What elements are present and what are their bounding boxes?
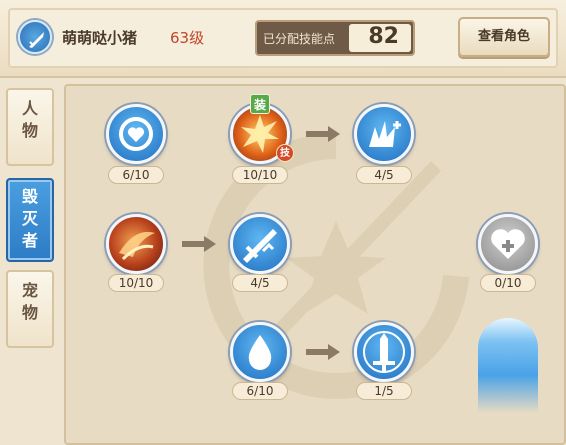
tab-destroyer-label-1: 毁 [21, 187, 38, 206]
sword-emblem-count: 1/5 [356, 382, 412, 400]
tab-destroyer-label-3: 者 [21, 231, 38, 250]
tab-destroyer[interactable]: 毁 灭 者 [6, 178, 54, 262]
arrow-right-icon [306, 344, 340, 360]
tab-destroyer-label-2: 灭 [21, 209, 38, 228]
water-drop-count: 6/10 [232, 382, 288, 400]
tab-character[interactable]: 人 物 [6, 88, 54, 166]
water-drop-icon[interactable] [230, 322, 290, 382]
tab-character-label-2: 物 [21, 121, 38, 140]
tab-pet-label-1: 宠 [21, 281, 38, 300]
skill-tag: 技 [276, 144, 294, 162]
watermark-emblem-icon [203, 133, 469, 399]
allocated-points-label: 已分配技能点 [263, 32, 336, 46]
destroyer-blade-icon [18, 20, 52, 54]
player-name: 萌萌哒小猪 [62, 29, 138, 47]
sword-emblem-icon[interactable] [354, 322, 414, 382]
arrow-right-icon [306, 126, 340, 142]
explosion-count: 10/10 [232, 166, 288, 184]
tab-pet-label-2: 物 [21, 303, 38, 322]
allocated-points-value: 82 [368, 24, 399, 49]
view-role-button[interactable]: 查看角色 [458, 17, 550, 57]
spark-strike-count: 4/5 [356, 166, 412, 184]
blade-strike-count: 4/5 [232, 274, 288, 292]
heart-shield-count: 6/10 [108, 166, 164, 184]
tab-character-label-1: 人 [21, 99, 38, 118]
equipped-tag: 装 [250, 94, 270, 114]
arrow-right-icon [182, 236, 216, 252]
heart-shield-icon[interactable] [106, 104, 166, 164]
player-level: 63级 [170, 29, 205, 47]
flame-slash-icon[interactable] [106, 214, 166, 274]
light-beam-icon[interactable] [478, 318, 538, 413]
spark-strike-icon[interactable] [354, 104, 414, 164]
blade-strike-icon[interactable] [230, 214, 290, 274]
allocated-points-box: 已分配技能点 82 [255, 20, 415, 56]
heal-heart-icon[interactable] [478, 214, 538, 274]
flame-slash-count: 10/10 [108, 274, 164, 292]
top-bar: 萌萌哒小猪 63级 已分配技能点 82 查看角色 [0, 0, 566, 78]
heal-heart-count: 0/10 [480, 274, 536, 292]
tab-pet[interactable]: 宠 物 [6, 270, 54, 348]
skill-tree-panel: 6/10 装 技 10/10 4/5 10/10 4/5 0/10 6/10 1… [64, 84, 566, 445]
